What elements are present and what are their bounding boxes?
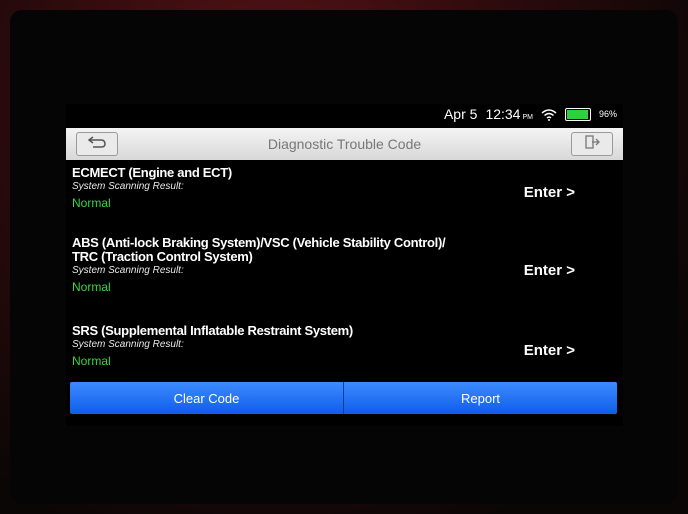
status-date: Apr 5: [443, 106, 478, 122]
device-screen: Apr 5 12:34 PM 96% Diagnostic Trouble Co…: [66, 104, 623, 426]
status-ampm: PM: [522, 114, 533, 121]
clear-code-button[interactable]: Clear Code: [70, 382, 343, 414]
system-status: Normal: [72, 280, 111, 294]
status-time: 12:34: [485, 106, 521, 122]
system-list: ECMECT (Engine and ECT) System Scanning …: [66, 166, 623, 380]
enter-button-srs[interactable]: Enter >: [524, 342, 575, 359]
wifi-icon: [541, 108, 557, 121]
status-bar: Apr 5 12:34 PM 96%: [66, 104, 623, 126]
action-bar: Clear Code Report: [70, 382, 617, 414]
exit-button[interactable]: [571, 132, 613, 156]
battery-icon: [564, 107, 591, 121]
exit-icon: [584, 134, 600, 154]
back-button[interactable]: [76, 132, 118, 156]
system-ecmect: ECMECT (Engine and ECT) System Scanning …: [72, 166, 617, 211]
report-button[interactable]: Report: [343, 382, 617, 414]
battery-percent: 96%: [598, 109, 617, 119]
title-bar: Diagnostic Trouble Code: [66, 128, 623, 160]
page-title: Diagnostic Trouble Code: [267, 136, 422, 152]
photo-background: Apr 5 12:34 PM 96% Diagnostic Trouble Co…: [0, 0, 688, 514]
system-name: SRS (Supplemental Inflatable Restraint S…: [72, 323, 353, 338]
system-name: ECMECT (Engine and ECT): [72, 165, 232, 180]
status-right: Apr 5 12:34 PM 96%: [444, 106, 617, 122]
system-name-line-1: ABS (Anti-lock Braking System)/VSC (Vehi…: [72, 235, 446, 250]
system-srs: SRS (Supplemental Inflatable Restraint S…: [72, 324, 617, 369]
enter-button-ecmect[interactable]: Enter >: [524, 184, 575, 201]
back-arrow-icon: [87, 135, 107, 154]
system-abs-vsc-trc: ABS (Anti-lock Braking System)/VSC (Vehi…: [72, 236, 617, 295]
enter-button-abs[interactable]: Enter >: [524, 262, 575, 279]
status-time-group: 12:34 PM: [485, 106, 533, 122]
